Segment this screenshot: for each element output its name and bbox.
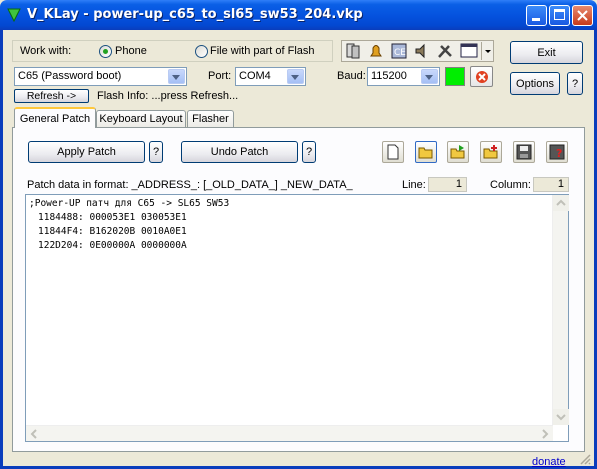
maximize-button[interactable]: [549, 5, 570, 26]
new-file-button[interactable]: [382, 141, 404, 163]
save-question-icon: ?: [549, 144, 565, 160]
scroll-right-icon[interactable]: [537, 426, 553, 442]
horizontal-scrollbar[interactable]: [26, 425, 553, 441]
port-label: Port:: [208, 70, 232, 82]
chevron-down-icon[interactable]: [421, 69, 438, 84]
window-frame-left: [0, 30, 3, 469]
vertical-scrollbar[interactable]: [552, 195, 569, 425]
port-select[interactable]: COM4: [235, 67, 306, 86]
file-radio[interactable]: [195, 45, 208, 58]
baud-select[interactable]: 115200: [367, 67, 440, 86]
chip-icon[interactable]: CE: [390, 42, 408, 60]
phone-model-select[interactable]: C65 (Password boot): [14, 67, 187, 86]
folder-arrow-icon: [450, 145, 465, 159]
refresh-button[interactable]: Refresh ->: [14, 89, 89, 103]
flash-info-text: Flash Info: ...press Refresh...: [97, 90, 239, 102]
chevron-down-icon[interactable]: [168, 69, 185, 84]
editor-line: 1184488: 000053E1 030053E1: [38, 212, 187, 223]
patch-editor[interactable]: ;Power-UP патч для C65 -> SL65 SW53 1184…: [25, 194, 569, 442]
phone-radio[interactable]: [99, 45, 112, 58]
scroll-up-icon[interactable]: [553, 195, 569, 211]
app-icon: [6, 7, 22, 23]
save-help-button[interactable]: ?: [546, 141, 568, 163]
tools-icon[interactable]: [436, 42, 454, 60]
window-settings-icon[interactable]: [460, 42, 478, 60]
connection-status-indicator: [445, 67, 465, 86]
minimize-button[interactable]: [526, 5, 547, 26]
options-button[interactable]: Options: [510, 72, 560, 95]
undo-patch-button[interactable]: Undo Patch: [181, 141, 298, 163]
close-icon: [577, 10, 588, 21]
close-button[interactable]: [572, 5, 593, 26]
column-value: 1: [533, 177, 569, 192]
editor-line: 122D204: 0E00000A 0000000A: [38, 240, 187, 251]
speaker-icon[interactable]: [413, 42, 431, 60]
folder-add-icon: [483, 145, 498, 159]
toolbar-dropdown-icon[interactable]: [481, 42, 493, 60]
svg-text:CE: CE: [394, 48, 406, 58]
file-radio-label[interactable]: File with part of Flash: [210, 45, 315, 57]
stop-button[interactable]: [470, 66, 493, 87]
chevron-down-icon[interactable]: [287, 69, 304, 84]
patch-format-hint: Patch data in format: _ADDRESS_: [_OLD_D…: [27, 179, 353, 191]
size-grip-icon[interactable]: [578, 452, 592, 465]
line-label: Line:: [402, 179, 426, 191]
baud-label: Baud:: [337, 70, 366, 82]
work-with-label: Work with:: [20, 45, 72, 57]
window-title: V_KLay - power-up_c65_to_sl65_sw53_204.v…: [27, 7, 363, 22]
apply-patch-help-button[interactable]: ?: [149, 141, 163, 163]
tab-general-patch[interactable]: General Patch: [14, 107, 96, 128]
port-value: COM4: [239, 70, 271, 82]
undo-patch-help-button[interactable]: ?: [302, 141, 316, 163]
tab-flasher[interactable]: Flasher: [187, 110, 234, 127]
new-file-icon: [387, 144, 399, 160]
options-help-button[interactable]: ?: [567, 72, 583, 95]
scroll-down-icon[interactable]: [553, 409, 569, 425]
phones-icon[interactable]: [344, 42, 362, 60]
line-value: 1: [428, 177, 467, 192]
phone-model-value: C65 (Password boot): [18, 70, 122, 82]
tab-keyboard-layout[interactable]: Keyboard Layout: [96, 110, 186, 127]
bell-icon[interactable]: [367, 42, 385, 60]
open-folder-icon: [418, 147, 433, 159]
open-red-button[interactable]: [480, 141, 502, 163]
save-icon: [516, 144, 532, 160]
phone-radio-label[interactable]: Phone: [115, 45, 147, 57]
stop-icon: [475, 70, 488, 83]
save-button[interactable]: [513, 141, 535, 163]
open-green-button[interactable]: [447, 141, 469, 163]
scroll-left-icon[interactable]: [26, 426, 42, 442]
svg-text:?: ?: [556, 147, 562, 160]
apply-patch-button[interactable]: Apply Patch: [28, 141, 145, 163]
donate-link[interactable]: donate: [532, 456, 566, 468]
editor-line: 11844F4: B162020B 0010A0E1: [38, 226, 187, 237]
editor-line: ;Power-UP патч для C65 -> SL65 SW53: [29, 198, 230, 209]
open-file-button[interactable]: [415, 141, 437, 163]
exit-button[interactable]: Exit: [510, 41, 583, 64]
baud-value: 115200: [371, 70, 407, 82]
column-label: Column:: [490, 179, 531, 191]
